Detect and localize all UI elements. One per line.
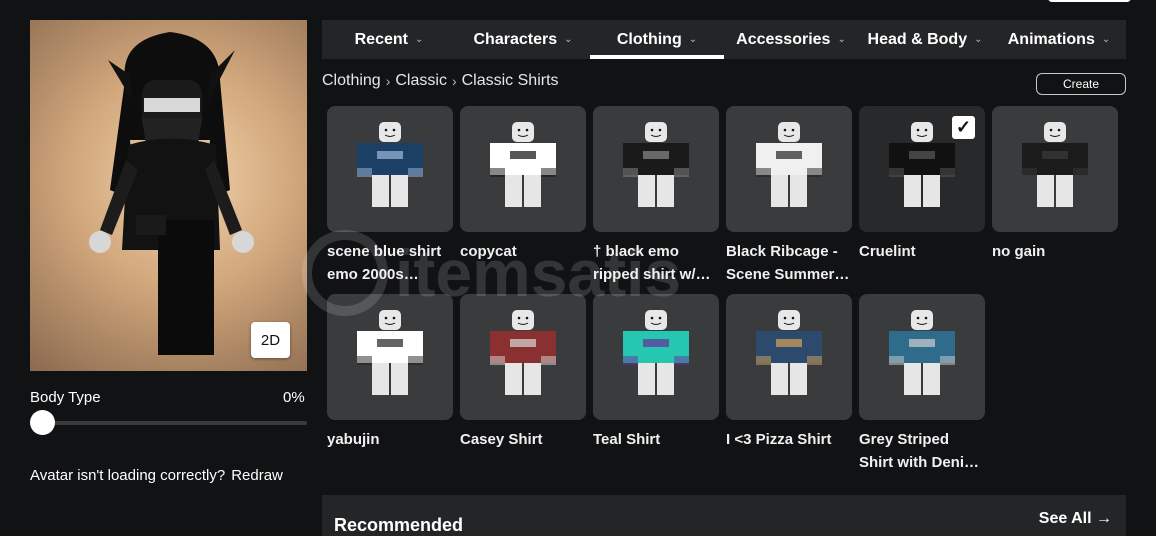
recommended-section: Recommended See All → xyxy=(322,495,1126,536)
item-name: Casey Shirt xyxy=(460,431,543,448)
item-name: Teal Shirt xyxy=(593,431,661,448)
item-name: † black emo ripped shirt w/… xyxy=(593,243,711,283)
shirt-preview-icon xyxy=(756,310,822,395)
item-thumbnail xyxy=(593,294,719,420)
item-thumbnail xyxy=(859,294,985,420)
item-card[interactable]: † black emo ripped shirt w/… xyxy=(593,106,719,288)
item-card[interactable]: Grey Striped Shirt with Deni… xyxy=(859,294,985,476)
shirt-preview-icon xyxy=(490,310,556,395)
item-card[interactable]: Teal Shirt xyxy=(593,294,719,476)
checkmark-icon: ✓ xyxy=(952,116,975,139)
tab-label: Animations xyxy=(1007,30,1095,48)
body-type-label: Body Type xyxy=(30,389,101,406)
see-all-link[interactable]: See All → xyxy=(1039,510,1112,528)
chevron-down-icon: ⌄ xyxy=(414,34,424,45)
shirt-preview-icon xyxy=(1022,122,1088,207)
chevron-down-icon: ⌄ xyxy=(564,34,573,45)
item-card[interactable]: Casey Shirt xyxy=(460,294,586,476)
shirt-preview-icon xyxy=(756,122,822,207)
tab-clothing[interactable]: Clothing ⌄ xyxy=(590,20,724,59)
chevron-down-icon: ⌄ xyxy=(974,34,983,45)
item-name: copycat xyxy=(460,243,517,260)
tab-head-body[interactable]: Head & Body ⌄ xyxy=(858,20,992,59)
item-grid: scene blue shirt emo 2000s… copycat † blac… xyxy=(327,106,1118,476)
breadcrumb-item-clothing[interactable]: Clothing xyxy=(322,72,381,90)
chevron-down-icon: ⌄ xyxy=(1101,34,1111,45)
tab-animations[interactable]: Animations ⌄ xyxy=(992,20,1126,59)
shirt-preview-icon xyxy=(490,122,556,207)
body-type-value: 0% xyxy=(283,389,305,406)
recommended-title: Recommended xyxy=(334,515,464,535)
item-thumbnail: ✓ xyxy=(859,106,985,232)
tab-accessories[interactable]: Accessories ⌄ xyxy=(724,20,858,59)
tab-label: Characters xyxy=(473,30,558,48)
chevron-down-icon: ⌄ xyxy=(688,34,698,45)
item-name: Cruelint xyxy=(859,243,916,260)
view-2d-toggle-button[interactable]: 2D xyxy=(251,322,290,358)
item-thumbnail xyxy=(460,106,586,232)
shirt-preview-icon xyxy=(623,122,689,207)
item-thumbnail xyxy=(327,294,453,420)
item-name: Grey Striped Shirt with Deni… xyxy=(859,431,979,471)
shirt-preview-icon xyxy=(357,310,423,395)
item-card[interactable]: copycat xyxy=(460,106,586,288)
item-thumbnail xyxy=(593,106,719,232)
item-card[interactable]: scene blue shirt emo 2000s… xyxy=(327,106,453,288)
chevron-right-icon: › xyxy=(451,73,457,89)
item-thumbnail xyxy=(992,106,1118,232)
redraw-question: Avatar isn't loading correctly? xyxy=(30,467,226,484)
item-name: yabujin xyxy=(327,431,380,448)
category-tab-bar: Recent ⌄ Characters ⌄ Clothing ⌄ Accessories ⌄ H… xyxy=(322,20,1126,59)
tab-label: Head & Body xyxy=(867,30,968,48)
item-thumbnail xyxy=(460,294,586,420)
redraw-row: Avatar isn't loading correctly? Redraw xyxy=(30,467,283,484)
avatar-preview: 2D xyxy=(30,20,307,371)
item-card[interactable]: ✓ Cruelint xyxy=(859,106,985,288)
tab-characters[interactable]: Characters ⌄ xyxy=(456,20,590,59)
create-button[interactable]: Create xyxy=(1036,73,1126,95)
item-thumbnail xyxy=(726,294,852,420)
item-name: scene blue shirt emo 2000s… xyxy=(327,243,442,283)
breadcrumb-item-classic-shirts: Classic Shirts xyxy=(461,72,559,89)
item-name: no gain xyxy=(992,243,1046,260)
breadcrumb: Clothing › Classic › Classic Shirts xyxy=(322,72,559,90)
redraw-link[interactable]: Redraw xyxy=(231,467,283,484)
breadcrumb-item-classic[interactable]: Classic xyxy=(395,72,447,90)
shirt-preview-icon xyxy=(889,310,955,395)
body-type-slider-thumb[interactable] xyxy=(30,410,55,435)
shirt-preview-icon xyxy=(357,122,423,207)
tab-recent[interactable]: Recent ⌄ xyxy=(322,20,456,59)
item-card[interactable]: Black Ribcage - Scene Summer… xyxy=(726,106,852,288)
item-name: I <3 Pizza Shirt xyxy=(726,431,832,448)
shirt-preview-icon xyxy=(623,310,689,395)
chevron-down-icon: ⌄ xyxy=(837,34,846,45)
item-thumbnail xyxy=(726,106,852,232)
tab-label: Recent xyxy=(354,30,408,48)
tab-label: Accessories xyxy=(736,30,831,48)
top-action-button-edge[interactable] xyxy=(1048,0,1131,2)
item-card[interactable]: I <3 Pizza Shirt xyxy=(726,294,852,476)
item-thumbnail xyxy=(327,106,453,232)
chevron-right-icon: › xyxy=(385,73,391,89)
avatar-render xyxy=(89,32,254,355)
tab-label: Clothing xyxy=(616,30,682,48)
item-card[interactable]: yabujin xyxy=(327,294,453,476)
item-card[interactable]: no gain xyxy=(992,106,1118,288)
body-type-slider-track[interactable] xyxy=(42,421,307,425)
item-name: Black Ribcage - Scene Summer… xyxy=(726,243,850,283)
